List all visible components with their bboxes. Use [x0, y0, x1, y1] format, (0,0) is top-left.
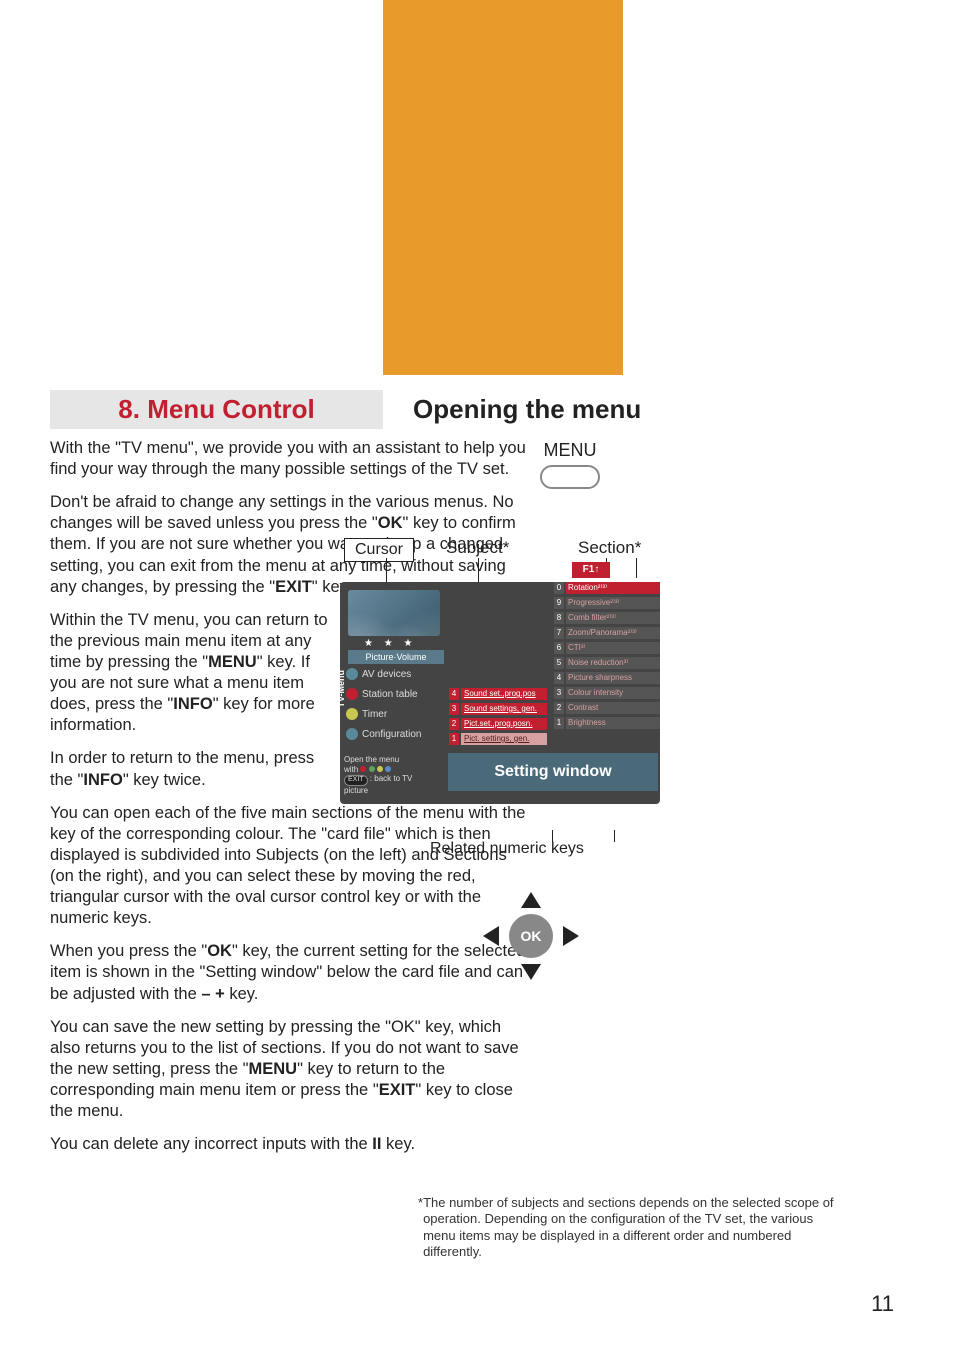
dot-yellow-icon — [377, 766, 383, 772]
arrow-down-icon — [521, 964, 541, 980]
para-8: You can delete any incorrect inputs with… — [50, 1134, 530, 1155]
section-label: Picture sharpness — [566, 672, 660, 684]
subject-number: 1 — [449, 733, 459, 745]
footnote-text: The number of subjects and sections depe… — [423, 1195, 833, 1259]
menu-key-icon — [540, 465, 600, 489]
section-label: Contrast — [566, 702, 660, 714]
pointer-line — [636, 558, 637, 578]
subject-number: 2 — [449, 718, 459, 730]
heading-row: 8. Menu Control Opening the menu — [50, 390, 904, 429]
exit-pill-icon: EXIT — [344, 775, 368, 785]
subject-label: Subject* — [446, 538, 509, 558]
open-menu-hint: Open the menu with EXIT : back to TV pic… — [344, 755, 412, 795]
subject-item: 1Pict. settings, gen. — [449, 733, 547, 745]
section-number: 5 — [554, 657, 564, 669]
ok-navigation-icon: OK — [475, 890, 585, 980]
page-number: 11 — [871, 1291, 894, 1317]
subject-label: Sound settings, gen. — [461, 703, 547, 715]
section-number: 0 — [554, 582, 564, 594]
section-item: 2Contrast — [554, 702, 660, 714]
section-item: 5Noise reduction³⁾ — [554, 657, 660, 669]
section-label: Section* — [578, 538, 641, 558]
right-column: MENU — [410, 440, 900, 489]
cursor-label: Cursor — [344, 538, 414, 562]
menu-dot-icon — [346, 688, 358, 700]
picture-volume-bar: Picture·Volume — [348, 650, 444, 664]
section-item: 4Picture sharpness — [554, 672, 660, 684]
menu-item-label: Configuration — [362, 729, 421, 740]
para-7: You can save the new setting by pressing… — [50, 1017, 530, 1123]
section-label: Rotation²⁾³⁾ — [566, 582, 660, 594]
section-number: 8 — [554, 612, 564, 624]
osd-left-menu-item: AV devices — [346, 668, 411, 680]
menu-dot-icon — [346, 728, 358, 740]
section-item: 1Brightness — [554, 717, 660, 729]
subject-item: 2Pict.set.,prog.posn. — [449, 718, 547, 730]
arrow-right-icon — [563, 926, 579, 946]
section-item: 0Rotation²⁾³⁾ — [554, 582, 660, 594]
dot-blue-icon — [385, 766, 391, 772]
para-4: In order to return to the menu, press th… — [50, 748, 340, 790]
subject-item: 3Sound settings, gen. — [449, 703, 547, 715]
section-label: Comb filter²⁾³⁾ — [566, 612, 660, 624]
osd-left-menu-item: Station table — [346, 688, 418, 700]
osd-diagram: Cursor Subject* Section* ▼ F1↑ ★ ★ ★ Pic… — [316, 560, 676, 833]
subject-number: 4 — [449, 688, 459, 700]
section-label: Colour intensity — [566, 687, 660, 699]
section-item: 9Progressive²⁾³⁾ — [554, 597, 660, 609]
pointer-line — [386, 558, 387, 582]
subject-item: 4Sound set.,prog.pos — [449, 688, 547, 700]
section-number: 4 — [554, 672, 564, 684]
menu-key-label: MENU — [520, 440, 620, 461]
orange-accent-bar — [383, 0, 623, 375]
menu-item-label: Station table — [362, 689, 418, 700]
arrow-up-icon — [521, 892, 541, 908]
section-item: 3Colour intensity — [554, 687, 660, 699]
para-6: When you press the "OK" key, the current… — [50, 941, 530, 1004]
section-number: 6 — [554, 642, 564, 654]
section-item: 8Comb filter²⁾³⁾ — [554, 612, 660, 624]
osd-left-menu-item: Timer — [346, 708, 387, 720]
para-3: Within the TV menu, you can return to th… — [50, 610, 340, 737]
menu-item-label: AV devices — [362, 669, 411, 680]
subject-label: Pict. settings, gen. — [461, 733, 547, 745]
section-number: 9 — [554, 597, 564, 609]
osd-left-menu-item: Configuration — [346, 728, 421, 740]
section-label: Zoom/Panorama²⁾³⁾ — [566, 627, 660, 639]
tv-menu-vertical-label: TV-Menu — [336, 670, 346, 708]
section-number: 2 — [554, 702, 564, 714]
heading-menu-control: 8. Menu Control — [50, 390, 383, 429]
section-label: Brightness — [566, 717, 660, 729]
subject-label: Pict.set.,prog.posn. — [461, 718, 547, 730]
ok-button-icon: OK — [509, 914, 553, 958]
pointer-line — [614, 830, 615, 842]
menu-item-label: Timer — [362, 709, 387, 720]
dot-green-icon — [369, 766, 375, 772]
f1-indicator: F1↑ — [572, 562, 610, 578]
section-number: 1 — [554, 717, 564, 729]
osd-decor-image — [348, 590, 440, 636]
section-number: 7 — [554, 627, 564, 639]
footnote: * The number of subjects and sections de… — [418, 1195, 838, 1260]
section-label: Progressive²⁾³⁾ — [566, 597, 660, 609]
subject-label: Sound set.,prog.pos — [461, 688, 547, 700]
heading-opening-menu: Opening the menu — [383, 394, 641, 425]
osd-stars: ★ ★ ★ — [364, 638, 416, 649]
section-label: Noise reduction³⁾ — [566, 657, 660, 669]
section-number: 3 — [554, 687, 564, 699]
arrow-left-icon — [483, 926, 499, 946]
setting-window-banner: Setting window — [448, 753, 658, 791]
section-item: 6CTI³⁾ — [554, 642, 660, 654]
menu-dot-icon — [346, 708, 358, 720]
section-item: 7Zoom/Panorama²⁾³⁾ — [554, 627, 660, 639]
subject-number: 3 — [449, 703, 459, 715]
section-label: CTI³⁾ — [566, 642, 660, 654]
menu-dot-icon — [346, 668, 358, 680]
related-numeric-keys-label: Related numeric keys — [430, 840, 584, 858]
dot-red-icon — [360, 766, 366, 772]
